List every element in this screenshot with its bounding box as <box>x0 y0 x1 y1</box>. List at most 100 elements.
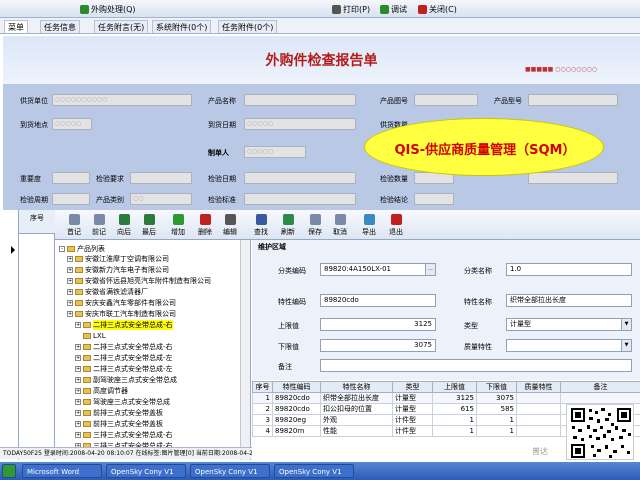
grid-header-cell[interactable]: 类型 <box>392 381 433 393</box>
grid-header-cell[interactable]: 上限值 <box>432 381 477 393</box>
grid-cell[interactable] <box>516 414 561 426</box>
action-next-button[interactable]: 向后 <box>113 214 135 237</box>
creator-field[interactable]: ○○○○○ <box>244 146 306 158</box>
grid-cell[interactable]: 1 <box>252 392 273 404</box>
grid-header-cell[interactable]: 序号 <box>252 381 273 393</box>
toolbar-item-debug[interactable]: 调试 <box>380 3 407 15</box>
action-first-button[interactable]: 首记 <box>63 214 85 237</box>
grid-header-cell[interactable]: 备注 <box>560 381 640 393</box>
feature-code-input[interactable]: 89820cdo <box>320 294 436 307</box>
tab-task-note[interactable]: 任务附言(无) <box>94 20 149 33</box>
tree-item[interactable]: + 二排三点式安全带总成-左 <box>75 364 173 374</box>
chevron-down-icon[interactable]: ▼ <box>621 340 631 351</box>
grid-cell[interactable] <box>516 392 561 404</box>
action-save-button[interactable]: 保存 <box>304 214 326 237</box>
expand-icon[interactable]: + <box>75 344 81 350</box>
tree-item[interactable]: + 安徽省怀远县旭亮汽车附件制造有限公司 <box>67 276 211 286</box>
action-refresh-button[interactable]: 刷新 <box>277 214 299 237</box>
task-opensky-3[interactable]: OpenSky Cony V1 <box>274 464 354 478</box>
chevron-down-icon[interactable]: ▼ <box>621 319 631 330</box>
grid-cell[interactable]: 1 <box>432 414 477 426</box>
grid-cell[interactable]: 外观 <box>320 414 393 426</box>
product-code-field[interactable] <box>528 94 618 106</box>
task-word[interactable]: Microsoft Word <box>22 464 102 478</box>
grid-header-cell[interactable]: 特性名称 <box>320 381 393 393</box>
tree-item[interactable]: + 二排三点式安全带总成-右 <box>75 342 173 352</box>
expand-icon[interactable]: + <box>75 377 81 383</box>
grid-cell[interactable]: 性能 <box>320 425 393 437</box>
check-qty-extra-field[interactable] <box>528 172 618 184</box>
action-edit-button[interactable]: 编辑 <box>219 214 241 237</box>
action-add-button[interactable]: 增加 <box>167 214 189 237</box>
grid-cell[interactable]: 1 <box>476 414 517 426</box>
grid-cell[interactable]: 1 <box>476 425 517 437</box>
tree-item[interactable]: + 安徽江淮摩丁空调有限公司 <box>67 254 169 264</box>
tree-item[interactable]: + 安庆安鑫汽车零部件有限公司 <box>67 298 176 308</box>
action-cancel-button[interactable]: 取消 <box>329 214 351 237</box>
tree-root[interactable]: - 产品列表 <box>59 244 105 254</box>
delivery-date-field[interactable]: ○○○○○ <box>244 118 356 130</box>
grid-cell[interactable]: 扣公扣母的位置 <box>320 403 393 415</box>
toolbar-item-outsource[interactable]: 外购处理(Q) <box>80 3 136 15</box>
inspect-date-field[interactable] <box>244 172 356 184</box>
expand-icon[interactable]: + <box>75 421 81 427</box>
grid-cell[interactable]: 计量型 <box>392 403 433 415</box>
upper-limit-input[interactable]: 3125 <box>320 318 436 331</box>
toolbar-item-close[interactable]: 关闭(C) <box>418 3 457 15</box>
importance-field[interactable] <box>52 172 90 184</box>
grid-header-cell[interactable]: 特性编码 <box>272 381 321 393</box>
class-code-input[interactable]: 89820:4A150LX-01... <box>320 263 436 276</box>
grid-cell[interactable]: 3125 <box>432 392 477 404</box>
tab-system-attachment[interactable]: 系统附件(0个) <box>152 20 212 33</box>
check-period-field[interactable] <box>52 193 90 205</box>
grid-cell[interactable]: 3075 <box>476 392 517 404</box>
grid-cell[interactable]: 2 <box>252 403 273 415</box>
tree-item[interactable]: + 安徽新力汽车电子有限公司 <box>67 265 169 275</box>
grid-cell[interactable]: 585 <box>476 403 517 415</box>
category-field[interactable]: ○○ <box>130 193 192 205</box>
grid-cell[interactable]: 织带全部拉出长度 <box>320 392 393 404</box>
grid-cell[interactable] <box>516 403 561 415</box>
grid-header-cell[interactable]: 下限值 <box>476 381 517 393</box>
type-select[interactable]: 计量型 ▼ <box>506 318 632 331</box>
expand-icon[interactable]: + <box>67 256 73 262</box>
tree-item[interactable]: + 高度调节器 <box>75 386 128 396</box>
grid-cell[interactable] <box>560 392 640 404</box>
expand-icon[interactable]: + <box>75 388 81 394</box>
expand-icon[interactable]: + <box>67 300 73 306</box>
ellipsis-icon[interactable]: ... <box>425 264 435 275</box>
inspect-req-field[interactable] <box>130 172 192 184</box>
drawing-no-field[interactable] <box>414 94 478 106</box>
expand-icon[interactable]: + <box>67 311 73 317</box>
product-name-field[interactable] <box>244 94 356 106</box>
tree-item[interactable]: + 安庆市联工汽车制造有限公司 <box>67 309 176 319</box>
grid-header-cell[interactable]: 质量特性 <box>516 381 561 393</box>
grid-cell[interactable]: 计件型 <box>392 425 433 437</box>
conclusion-field[interactable] <box>414 193 454 205</box>
expand-icon[interactable]: + <box>75 410 81 416</box>
expand-icon[interactable]: + <box>67 267 73 273</box>
action-delete-button[interactable]: 删除 <box>194 214 216 237</box>
action-prev-button[interactable]: 前记 <box>88 214 110 237</box>
expand-icon[interactable]: + <box>75 399 81 405</box>
action-last-button[interactable]: 最后 <box>138 214 160 237</box>
task-opensky-1[interactable]: OpenSky Cony V1 <box>106 464 186 478</box>
tab-task-info[interactable]: 任务信息 <box>40 20 80 33</box>
tab-task-attachment[interactable]: 任务附件(0个) <box>218 20 278 33</box>
supplier-field[interactable]: ○○○○○○○○○○ <box>52 94 192 106</box>
quality-select[interactable]: ▼ <box>506 339 632 352</box>
tree-item[interactable]: + 三排三点式安全带总成-右 <box>75 430 173 440</box>
tree-item[interactable]: + 二排三点式安全带总成-左 <box>75 353 173 363</box>
expand-icon[interactable]: + <box>75 432 81 438</box>
lower-limit-input[interactable]: 3075 <box>320 339 436 352</box>
action-export-button[interactable]: 导出 <box>358 214 380 237</box>
grid-cell[interactable]: 89820cdo <box>272 392 321 404</box>
grid-cell[interactable]: 615 <box>432 403 477 415</box>
class-name-input[interactable]: 1.0 <box>506 263 632 276</box>
start-icon[interactable] <box>2 464 16 478</box>
tab-menu[interactable]: 菜单 <box>4 20 28 33</box>
tree-item[interactable]: LXL <box>83 331 106 341</box>
task-opensky-2[interactable]: OpenSky Cony V1 <box>190 464 270 478</box>
grid-cell[interactable]: 1 <box>432 425 477 437</box>
expand-icon[interactable]: + <box>67 278 73 284</box>
